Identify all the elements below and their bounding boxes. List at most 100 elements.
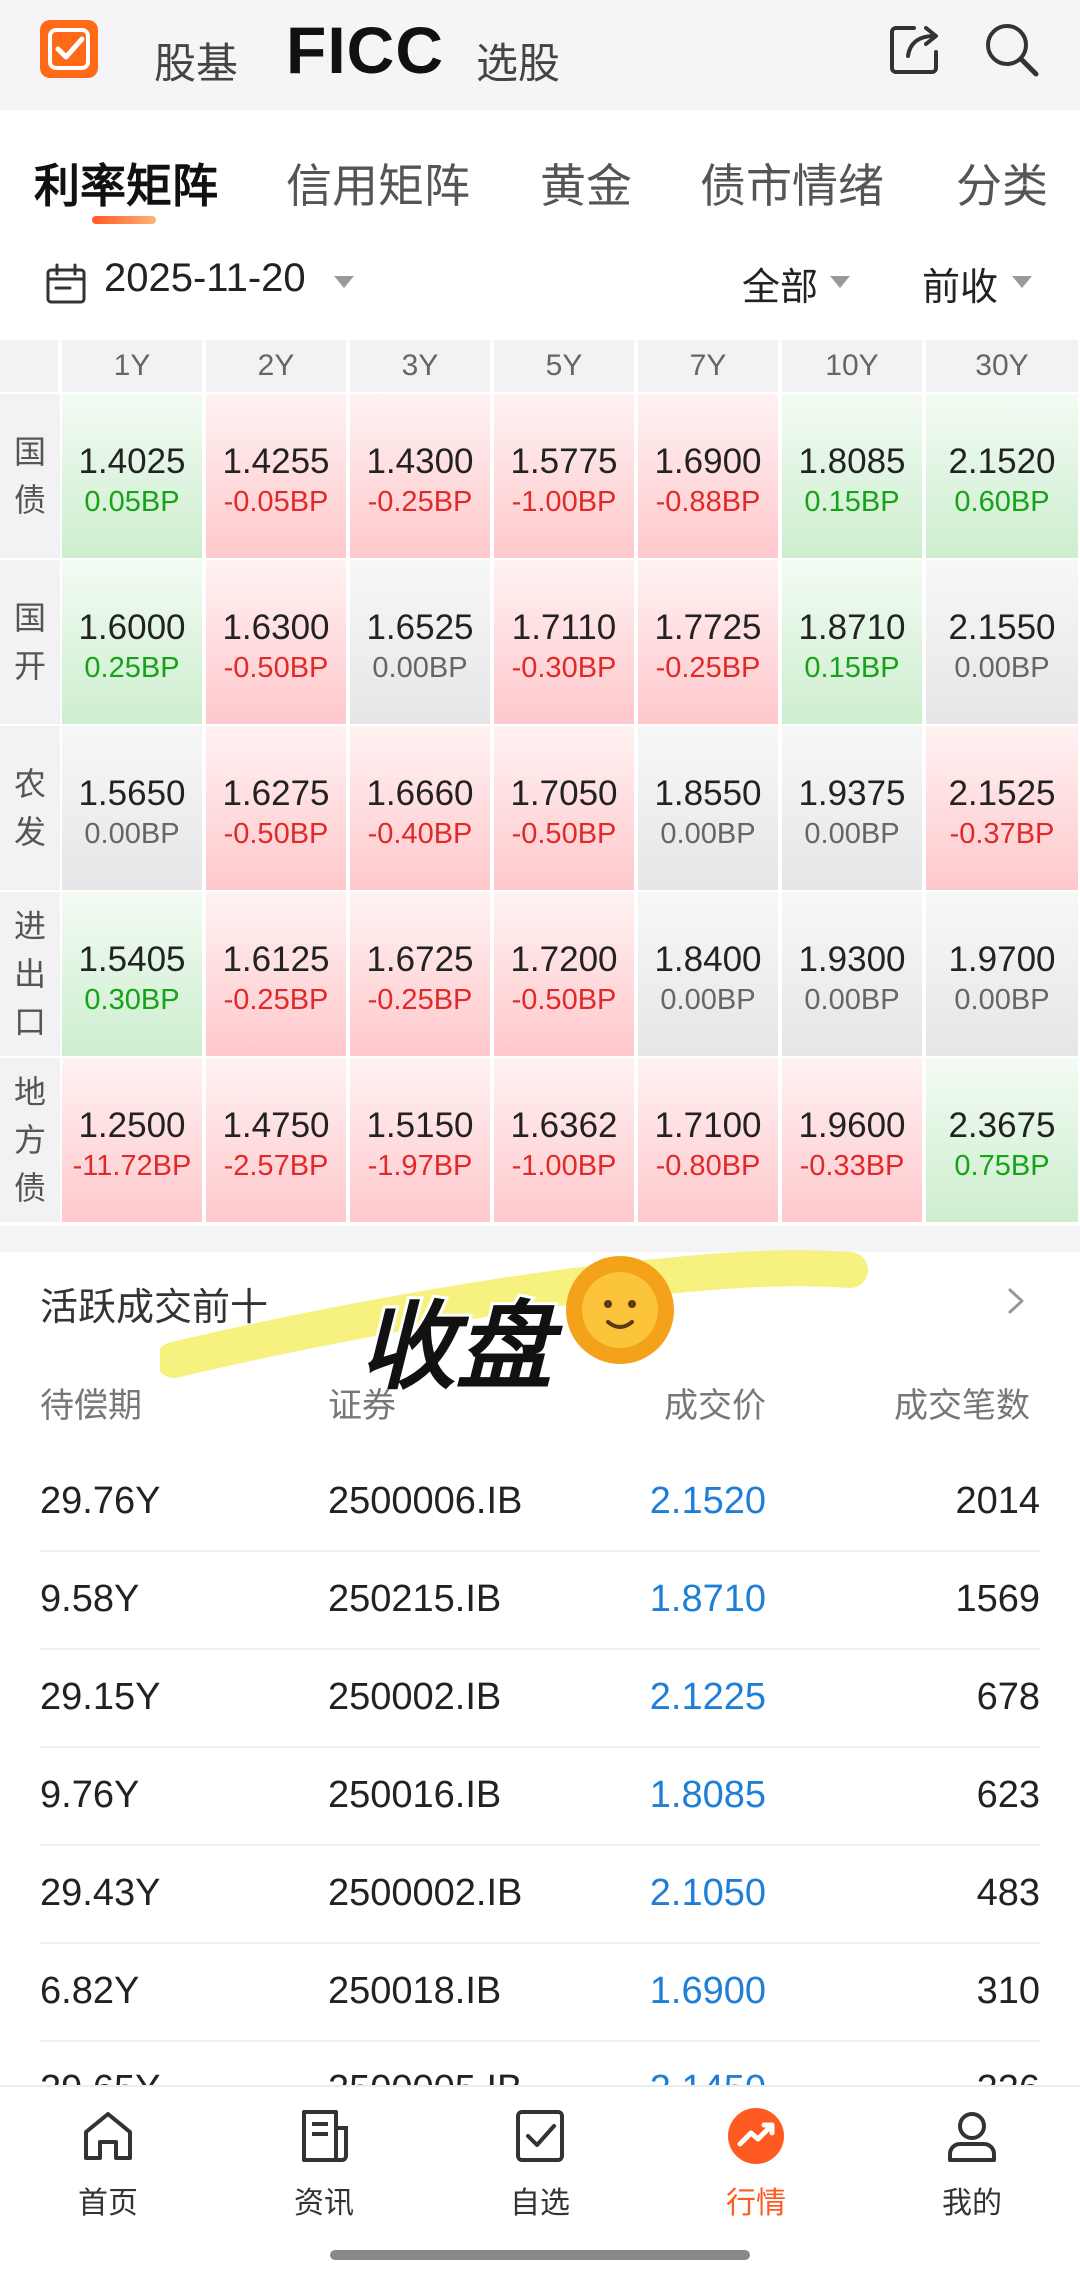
app-logo-icon[interactable] <box>40 20 98 78</box>
matrix-cell-change: -0.05BP <box>223 486 329 518</box>
trade-count: 310 <box>976 1970 1040 2012</box>
matrix-cell-change: -0.50BP <box>223 652 329 684</box>
matrix-cell[interactable]: 1.8400 0.00BP <box>638 892 780 1058</box>
trade-row[interactable]: 29.43Y 2500002.IB 2.1050 483 <box>0 1846 1080 1944</box>
matrix-cell[interactable]: 1.7100 -0.80BP <box>638 1058 780 1224</box>
date-dropdown-icon[interactable] <box>334 276 354 288</box>
trade-row[interactable]: 6.82Y 250018.IB 1.6900 310 <box>0 1944 1080 2042</box>
trade-row[interactable]: 29.15Y 250002.IB 2.1225 678 <box>0 1650 1080 1748</box>
matrix-cell[interactable]: 1.4025 0.05BP <box>62 394 204 560</box>
matrix-cell-change: -0.50BP <box>511 984 617 1016</box>
matrix-cell[interactable]: 1.8085 0.15BP <box>782 394 924 560</box>
matrix-cell-change: -0.88BP <box>655 486 761 518</box>
matrix-row-label: 地方债 <box>0 1058 60 1224</box>
tab-credit-matrix[interactable]: 信用矩阵 <box>286 150 470 216</box>
tab-gold[interactable]: 黄金 <box>540 150 632 216</box>
matrix-cell[interactable]: 1.2500 -11.72BP <box>62 1058 204 1224</box>
matrix-cell[interactable]: 1.6000 0.25BP <box>62 560 204 726</box>
compare-dropdown-icon[interactable] <box>1012 276 1032 288</box>
header-term[interactable]: 待偿期 <box>40 1378 142 1427</box>
tab-ficc[interactable]: FICC <box>286 12 444 88</box>
matrix-cell[interactable]: 1.6900 -0.88BP <box>638 394 780 560</box>
nav-news[interactable]: 资讯 <box>244 2104 404 2222</box>
matrix-cell[interactable]: 1.9300 0.00BP <box>782 892 924 1058</box>
header-security[interactable]: 证券 <box>328 1378 396 1427</box>
matrix-cell[interactable]: 1.9600 -0.33BP <box>782 1058 924 1224</box>
matrix-cell-rate: 1.4025 <box>78 442 186 481</box>
matrix-col-header: 2Y <box>206 340 348 392</box>
header-price[interactable]: 成交价 <box>664 1378 766 1427</box>
matrix-cell-rate: 1.8085 <box>798 442 906 481</box>
matrix-cell-change: 0.00BP <box>372 652 468 684</box>
matrix-cell[interactable]: 1.6525 0.00BP <box>350 560 492 726</box>
tab-bond-sentiment[interactable]: 债市情绪 <box>700 150 884 216</box>
matrix-row-label-char: 地 <box>13 1073 46 1111</box>
section-divider <box>0 1226 1080 1252</box>
matrix-cell[interactable]: 1.5405 0.30BP <box>62 892 204 1058</box>
trade-term: 29.43Y <box>40 1872 161 1914</box>
matrix-cell[interactable]: 1.6300 -0.50BP <box>206 560 348 726</box>
matrix-col-header: 3Y <box>350 340 492 392</box>
matrix-cell-rate: 1.5650 <box>78 774 186 813</box>
matrix-cell[interactable]: 1.5150 -1.97BP <box>350 1058 492 1224</box>
matrix-cell[interactable]: 1.7050 -0.50BP <box>494 726 636 892</box>
tab-classification[interactable]: 分类 <box>956 150 1048 216</box>
trade-security: 250018.IB <box>328 1970 502 2012</box>
tab-stock-picker[interactable]: 选股 <box>476 30 560 91</box>
matrix-cell-change: -0.25BP <box>367 486 473 518</box>
matrix-cell-change: -0.25BP <box>223 984 329 1016</box>
nav-watchlist[interactable]: 自选 <box>460 2104 620 2222</box>
matrix-cell[interactable]: 1.7725 -0.25BP <box>638 560 780 726</box>
matrix-cell[interactable]: 1.6275 -0.50BP <box>206 726 348 892</box>
tab-rate-matrix[interactable]: 利率矩阵 <box>34 150 218 216</box>
matrix-cell-rate: 1.4255 <box>222 442 330 481</box>
date-selector[interactable]: 2025-11-20 <box>104 256 306 301</box>
matrix-cell[interactable]: 1.9700 0.00BP <box>926 892 1080 1058</box>
trade-row[interactable]: 9.76Y 250016.IB 1.8085 623 <box>0 1748 1080 1846</box>
matrix-cell-rate: 1.8710 <box>798 608 906 647</box>
matrix-cell[interactable]: 1.8710 0.15BP <box>782 560 924 726</box>
matrix-cell[interactable]: 2.1550 0.00BP <box>926 560 1080 726</box>
matrix-cell[interactable]: 1.5775 -1.00BP <box>494 394 636 560</box>
trade-price: 1.6900 <box>649 1970 766 2012</box>
matrix-cell[interactable]: 1.6660 -0.40BP <box>350 726 492 892</box>
trade-row[interactable]: 29.76Y 2500006.IB 2.1520 2014 <box>0 1454 1080 1552</box>
matrix-col-header: 10Y <box>782 340 924 392</box>
matrix-cell[interactable]: 1.6125 -0.25BP <box>206 892 348 1058</box>
calendar-icon[interactable] <box>44 262 88 306</box>
scope-dropdown-icon[interactable] <box>830 276 850 288</box>
matrix-cell[interactable]: 1.4750 -2.57BP <box>206 1058 348 1224</box>
nav-market[interactable]: 行情 <box>676 2104 836 2222</box>
matrix-cell[interactable]: 1.4300 -0.25BP <box>350 394 492 560</box>
compare-dropdown[interactable]: 前收 <box>922 256 998 311</box>
trade-term: 9.58Y <box>40 1578 140 1620</box>
matrix-cell[interactable]: 1.6725 -0.25BP <box>350 892 492 1058</box>
nav-profile[interactable]: 我的 <box>892 2104 1052 2222</box>
matrix-cell[interactable]: 1.9375 0.00BP <box>782 726 924 892</box>
matrix-cell[interactable]: 2.3675 0.75BP <box>926 1058 1080 1224</box>
home-indicator[interactable] <box>330 2250 750 2260</box>
trade-row[interactable]: 9.58Y 250215.IB 1.8710 1569 <box>0 1552 1080 1650</box>
matrix-cell-change: -0.80BP <box>655 1150 761 1182</box>
matrix-cell[interactable]: 1.5650 0.00BP <box>62 726 204 892</box>
header-count[interactable]: 成交笔数 <box>894 1378 1030 1427</box>
matrix-cell[interactable]: 1.8550 0.00BP <box>638 726 780 892</box>
matrix-cell[interactable]: 1.7200 -0.50BP <box>494 892 636 1058</box>
scope-dropdown[interactable]: 全部 <box>742 256 818 311</box>
matrix-cell-rate: 2.3675 <box>948 1106 1056 1145</box>
matrix-cell[interactable]: 2.1525 -0.37BP <box>926 726 1080 892</box>
nav-home[interactable]: 首页 <box>28 2104 188 2222</box>
matrix-cell-change: 0.00BP <box>660 984 756 1016</box>
matrix-cell[interactable]: 1.4255 -0.05BP <box>206 394 348 560</box>
matrix-cell[interactable]: 1.6362 -1.00BP <box>494 1058 636 1224</box>
trade-count: 1569 <box>955 1578 1040 1620</box>
matrix-cell-change: 0.30BP <box>84 984 180 1016</box>
matrix-cell[interactable]: 2.1520 0.60BP <box>926 394 1080 560</box>
search-icon[interactable] <box>980 18 1042 80</box>
matrix-cell-rate: 1.7100 <box>654 1106 762 1145</box>
matrix-cell[interactable]: 1.7110 -0.30BP <box>494 560 636 726</box>
matrix-cell-change: 0.00BP <box>660 818 756 850</box>
tab-stock-fund[interactable]: 股基 <box>154 30 238 91</box>
chevron-right-icon[interactable] <box>1006 1286 1026 1316</box>
share-icon[interactable] <box>884 18 946 80</box>
